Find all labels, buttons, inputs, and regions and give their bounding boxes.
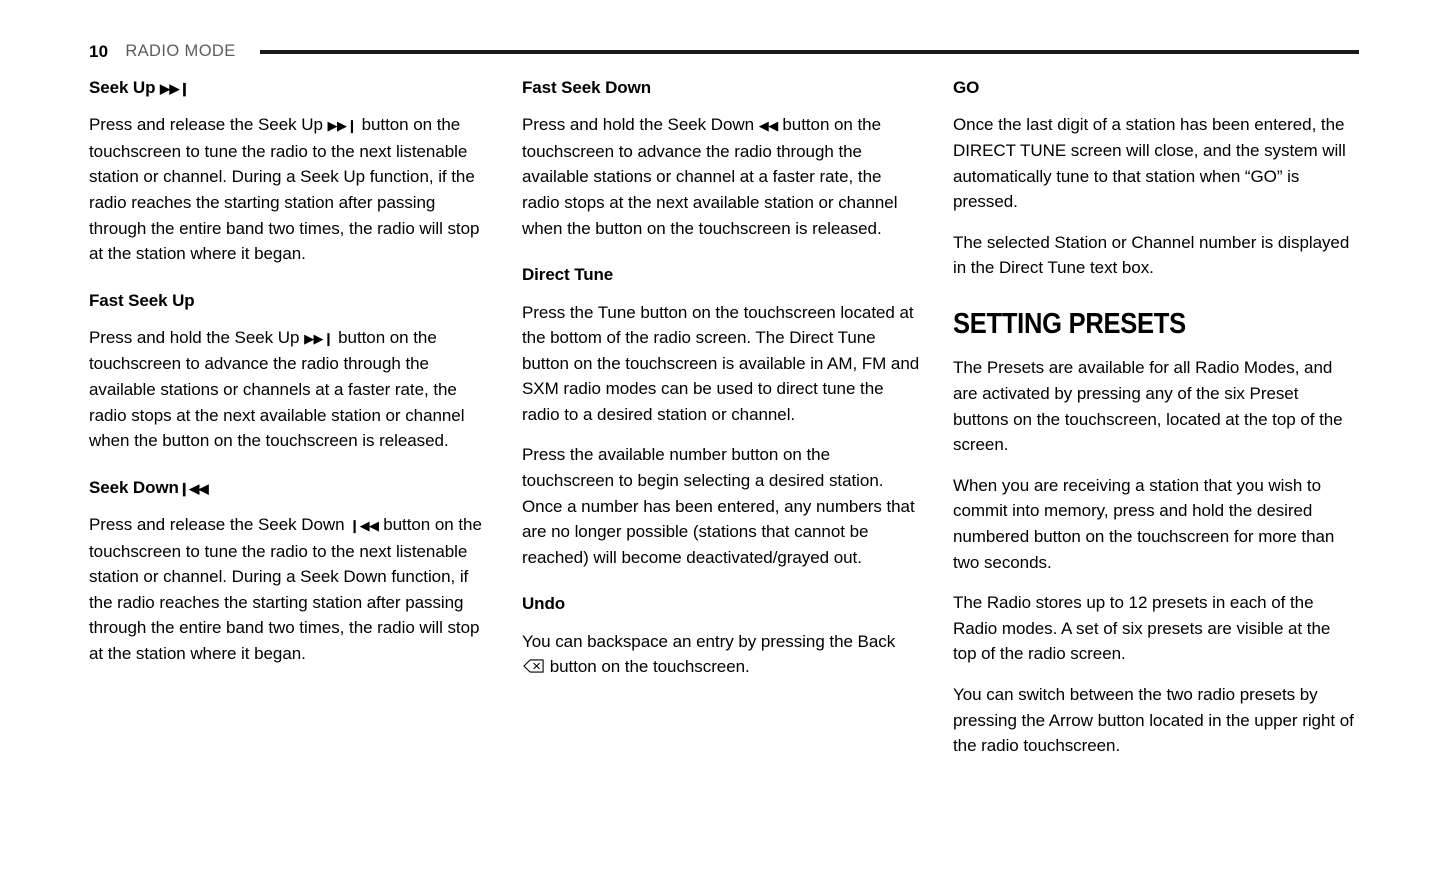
backspace-icon (523, 659, 544, 674)
paragraph-undo: You can backspace an entry by pressing t… (522, 629, 922, 680)
paragraph-go-2-text-after: The selected Station or Channel number i… (953, 232, 1350, 278)
heading-setting-presets: SETTING PRESETS (953, 309, 1307, 339)
paragraph-fast-seek-up: Press and hold the Seek Up ▶▶❙ button on… (89, 325, 489, 454)
paragraph-undo-text-after: button on the touchscreen. (549, 657, 750, 677)
paragraph-go-2: The selected Station or Channel number i… (953, 230, 1355, 281)
paragraph-undo-text-before: You can backspace an entry by pressing t… (522, 631, 896, 651)
paragraph-presets-1: The Presets are available for all Radio … (953, 355, 1355, 457)
page-number: 10 (89, 41, 109, 61)
paragraph-direct-tune-1: Press the Tune button on the touchscreen… (522, 300, 922, 428)
heading-fast-seek-up: Fast Seek Up (89, 291, 489, 311)
heading-direct-tune: Direct Tune (522, 265, 922, 285)
page-title: RADIO MODE (125, 41, 236, 60)
header-rule (259, 50, 1359, 54)
paragraph-direct-tune-2: Press the available number button on the… (522, 442, 922, 570)
paragraph-presets-2: When you are receiving a station that yo… (953, 473, 1355, 575)
heading-go: GO (953, 78, 1355, 98)
paragraph-fast-seek-down-text-before: Press and hold the Seek Down (522, 115, 759, 135)
paragraph-seek-down-text-after: button on the touchscreen to tune the ra… (89, 515, 482, 663)
paragraph-direct-tune-2-text-after: Press the available number button on the… (522, 445, 915, 567)
paragraph-go-1: Once the last digit of a station has bee… (953, 112, 1355, 214)
heading-fast-seek-down-label: Fast Seek Down (522, 78, 651, 97)
heading-fast-seek-up-label: Fast Seek Up (89, 290, 195, 310)
seek-down-icon: ❙◀◀ (349, 517, 379, 533)
paragraph-direct-tune-1-text-after: Press the Tune button on the touchscreen… (522, 302, 920, 424)
heading-seek-up: Seek Up ▶▶❙ (89, 78, 489, 98)
paragraph-presets-4-text-after: You can switch between the two radio pre… (953, 684, 1354, 756)
page-header: 10 RADIO MODE (89, 38, 1359, 64)
paragraph-presets-3-text-after: The Radio stores up to 12 presets in eac… (953, 593, 1331, 664)
heading-undo-label: Undo (522, 594, 566, 614)
seek-up-icon: ▶▶❙ (160, 80, 190, 96)
paragraph-presets-1-text-after: The Presets are available for all Radio … (953, 358, 1343, 455)
heading-go-label: GO (953, 78, 980, 97)
seek-down-icon: ❙◀◀ (178, 480, 209, 496)
paragraph-seek-up-text-after: button on the touchscreen to tune the ra… (89, 115, 480, 264)
heading-seek-down-label: Seek Down (89, 477, 179, 497)
paragraph-go-1-text-after: Once the last digit of a station has bee… (953, 115, 1346, 212)
paragraph-presets-2-text-after: When you are receiving a station that yo… (953, 475, 1335, 572)
paragraph-seek-up-text-before: Press and release the Seek Up (89, 115, 328, 135)
column-middle: Fast Seek Down Press and hold the Seek Do… (522, 78, 922, 680)
fast-seek-down-icon: ◀◀ (758, 118, 779, 134)
paragraph-seek-down-text-before: Press and release the Seek Down (89, 515, 350, 535)
paragraph-presets-4: You can switch between the two radio pre… (953, 682, 1355, 759)
page-columns: Seek Up ▶▶❙ Press and release the Seek Up… (0, 78, 1445, 778)
column-left: Seek Up ▶▶❙ Press and release the Seek Up… (89, 78, 489, 667)
paragraph-presets-3: The Radio stores up to 12 presets in eac… (953, 590, 1355, 667)
paragraph-fast-seek-up-text-before: Press and hold the Seek Up (89, 328, 305, 348)
paragraph-seek-down: Press and release the Seek Down ❙◀◀ butt… (89, 512, 489, 666)
heading-setting-presets-label: SETTING PRESETS (953, 307, 1186, 340)
heading-fast-seek-down: Fast Seek Down (522, 78, 922, 98)
heading-undo: Undo (522, 594, 922, 614)
heading-direct-tune-label: Direct Tune (522, 265, 614, 285)
seek-up-icon: ▶▶❙ (304, 330, 334, 346)
seek-up-icon: ▶▶❙ (327, 118, 358, 134)
manual-page: 10 RADIO MODE Seek Up ▶▶❙ Press and relea… (0, 0, 1445, 874)
paragraph-fast-seek-down: Press and hold the Seek Down ◀◀ button o… (522, 112, 922, 241)
column-right: GO Once the last digit of a station has b… (953, 78, 1355, 759)
heading-seek-down: Seek Down❙◀◀ (89, 478, 489, 498)
paragraph-seek-up: Press and release the Seek Up ▶▶❙ button… (89, 112, 489, 266)
heading-seek-up-label: Seek Up (89, 78, 156, 97)
